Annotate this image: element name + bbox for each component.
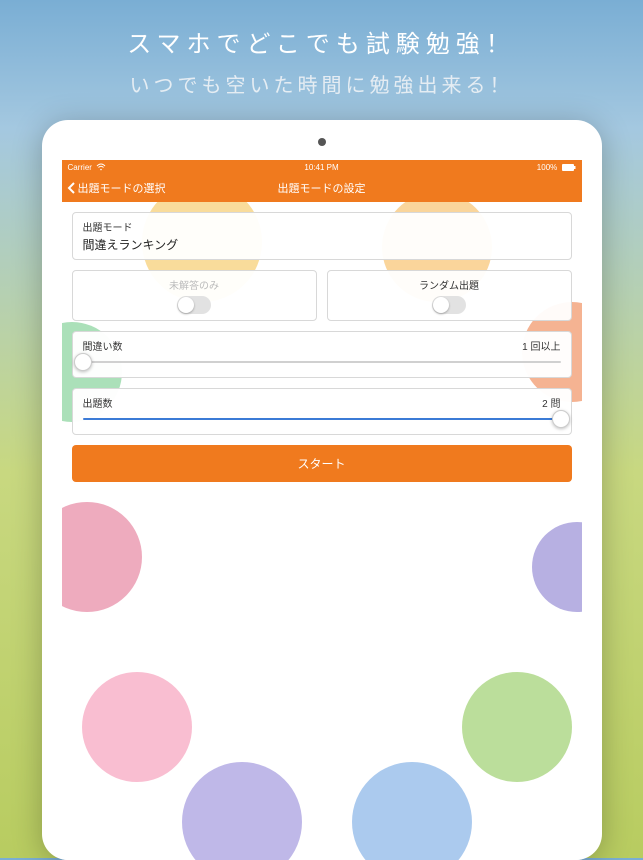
back-label: 出題モードの選択 bbox=[78, 180, 166, 196]
decorative-circle bbox=[182, 762, 302, 860]
slider-mistakes-thumb[interactable] bbox=[74, 353, 92, 371]
promo-subtitle: いつでも空いた時間に勉強出来る！ bbox=[0, 69, 643, 98]
slider-mistakes[interactable]: 間違い数 1 回以上 bbox=[72, 331, 572, 378]
mode-value: 間違えランキング bbox=[83, 236, 561, 253]
tablet-frame: Carrier 10:41 PM 100% 出題モードの選択 出題モードの設定 … bbox=[42, 120, 602, 860]
carrier-label: Carrier bbox=[68, 163, 107, 172]
wifi-icon bbox=[96, 163, 106, 171]
toggle-row: 未解答のみ ランダム出題 bbox=[72, 270, 572, 321]
toggle-random[interactable]: ランダム出題 bbox=[327, 270, 572, 321]
battery-icon bbox=[562, 164, 576, 171]
slider-mistakes-value: 1 回以上 bbox=[522, 338, 560, 353]
start-button[interactable]: スタート bbox=[72, 445, 572, 482]
status-bar: Carrier 10:41 PM 100% bbox=[62, 160, 582, 174]
decorative-circle bbox=[462, 672, 572, 782]
toggle-unanswered: 未解答のみ bbox=[72, 270, 317, 321]
switch-unanswered bbox=[177, 296, 211, 314]
toggle-unanswered-label: 未解答のみ bbox=[81, 277, 308, 292]
screen: Carrier 10:41 PM 100% 出題モードの選択 出題モードの設定 … bbox=[62, 160, 582, 860]
battery-label: 100% bbox=[537, 163, 576, 172]
toggle-random-label: ランダム出題 bbox=[336, 277, 563, 292]
slider-count-label: 出題数 bbox=[83, 395, 113, 410]
slider-mistakes-track[interactable] bbox=[83, 361, 561, 363]
mode-label: 出題モード bbox=[83, 219, 561, 234]
status-time: 10:41 PM bbox=[304, 163, 338, 172]
decorative-circle bbox=[352, 762, 472, 860]
nav-bar: 出題モードの選択 出題モードの設定 bbox=[62, 174, 582, 202]
decorative-circle bbox=[82, 672, 192, 782]
slider-count[interactable]: 出題数 2 問 bbox=[72, 388, 572, 435]
mode-card[interactable]: 出題モード 間違えランキング bbox=[72, 212, 572, 260]
decorative-circle bbox=[62, 502, 142, 612]
page-title: 出題モードの設定 bbox=[278, 180, 366, 196]
chevron-left-icon bbox=[66, 182, 78, 194]
promo-title: スマホでどこでも試験勉強！ bbox=[0, 0, 643, 59]
decorative-circle bbox=[532, 522, 582, 612]
slider-mistakes-label: 間違い数 bbox=[83, 338, 123, 353]
back-button[interactable]: 出題モードの選択 bbox=[62, 180, 166, 196]
slider-count-track[interactable] bbox=[83, 418, 561, 420]
slider-count-value: 2 問 bbox=[542, 395, 560, 410]
slider-count-thumb[interactable] bbox=[552, 410, 570, 428]
switch-random[interactable] bbox=[432, 296, 466, 314]
camera-icon bbox=[318, 138, 326, 146]
content-area: 出題モード 間違えランキング 未解答のみ ランダム出題 間違い数 1 回以上 bbox=[62, 202, 582, 860]
